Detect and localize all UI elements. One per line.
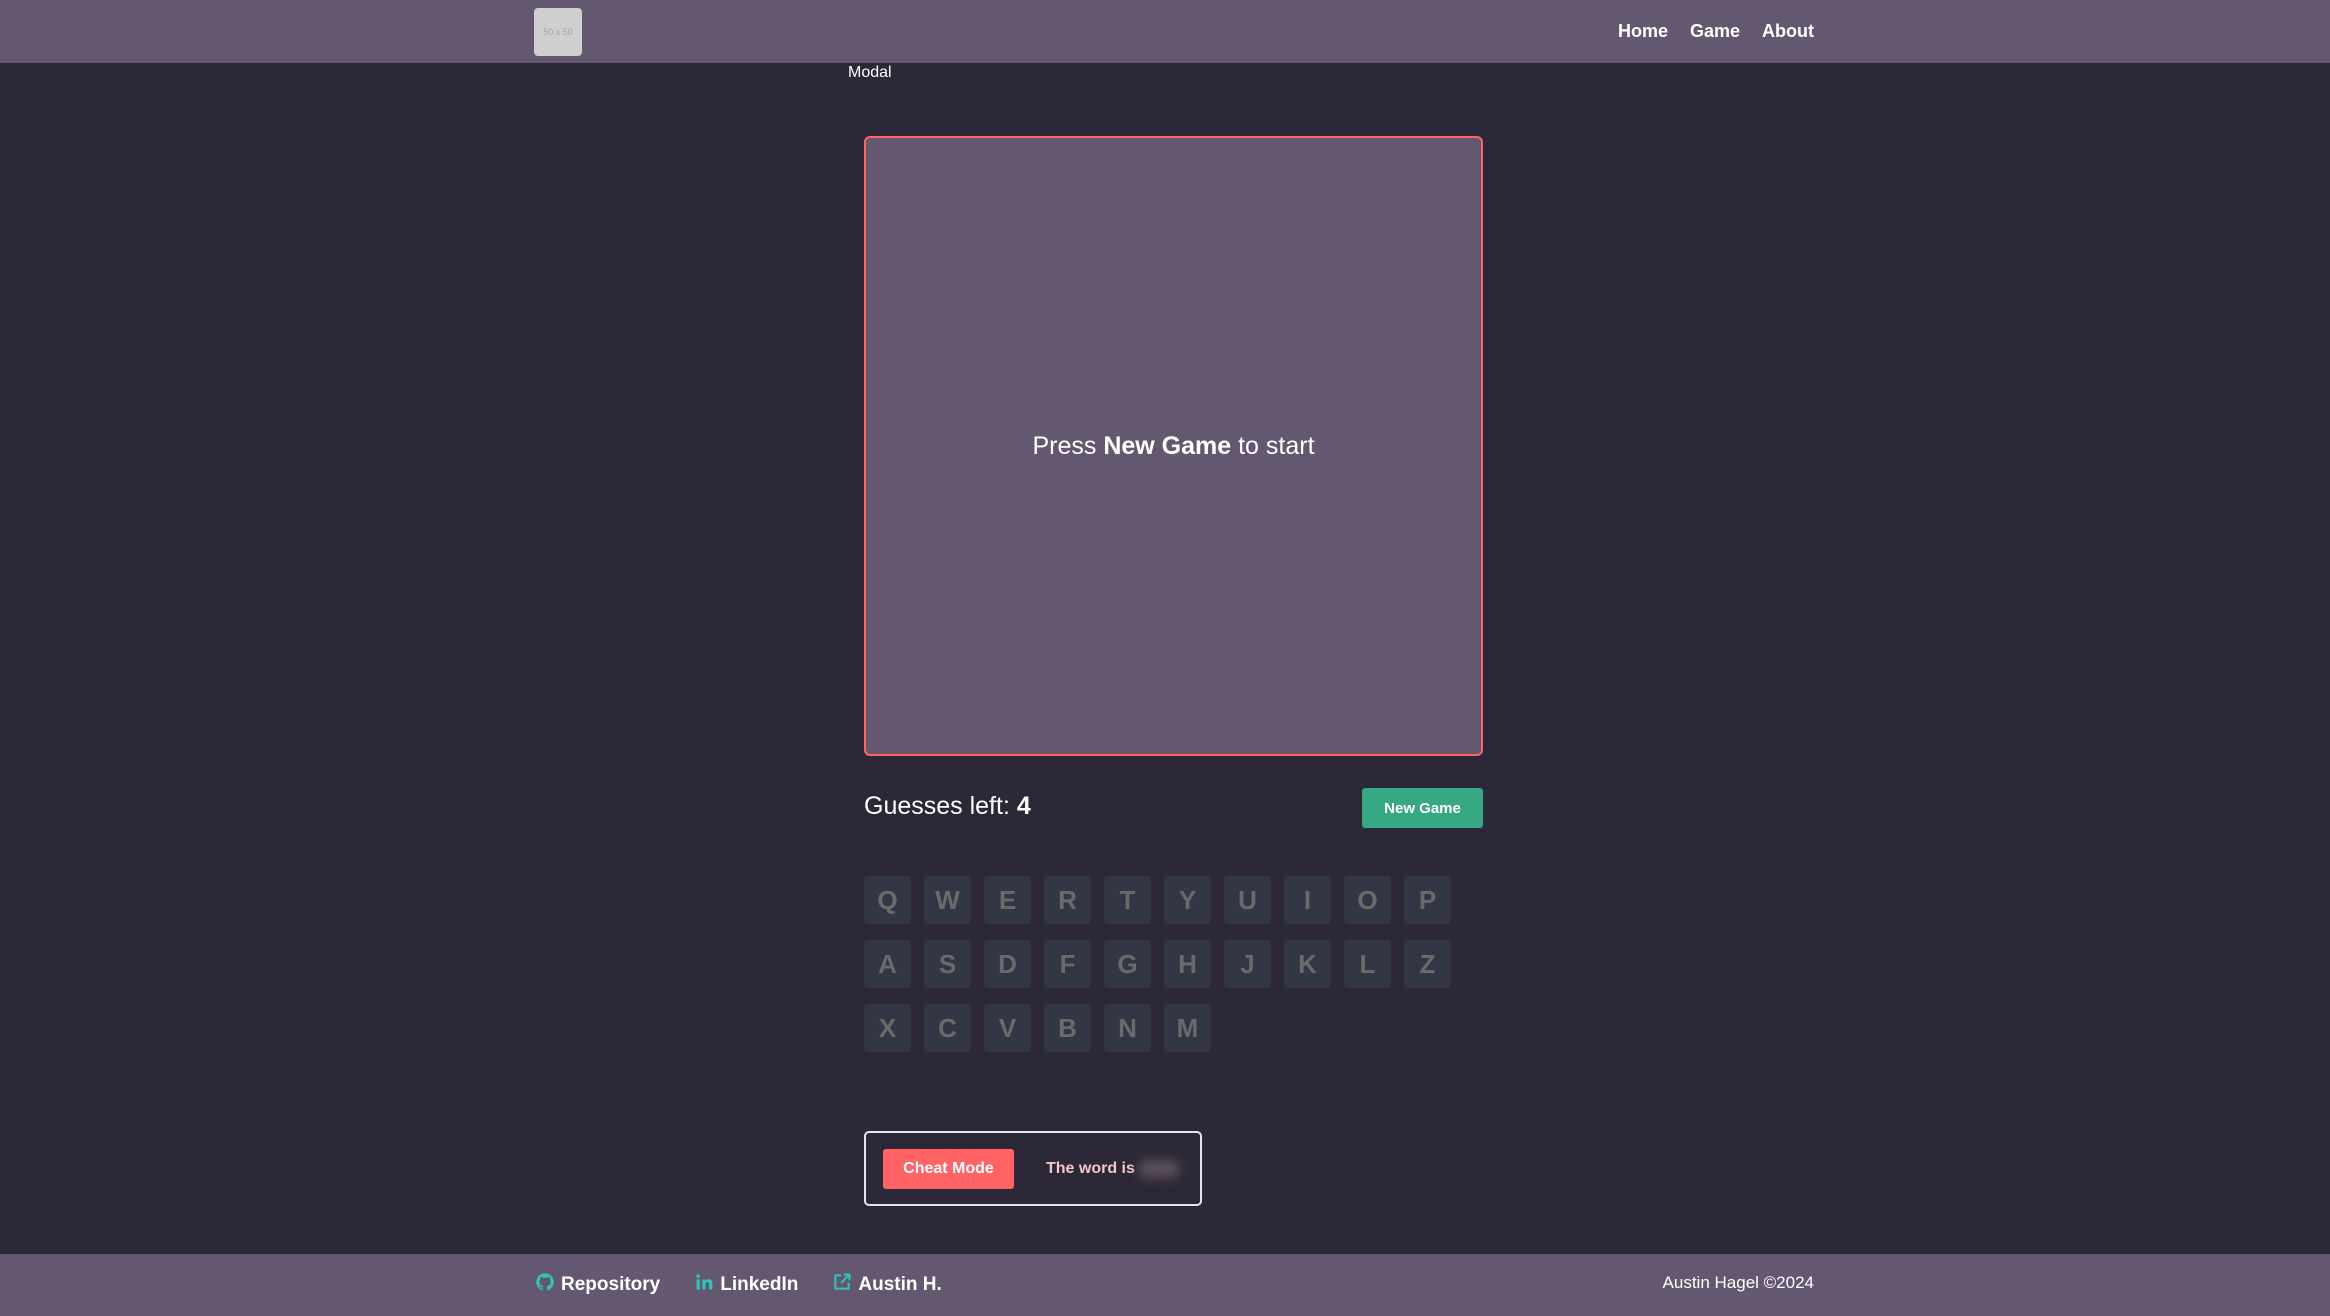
guesses-count: 4 xyxy=(1016,792,1031,820)
letter-key-p[interactable]: P xyxy=(1404,876,1451,924)
letter-key-g[interactable]: G xyxy=(1104,940,1151,988)
letter-key-v[interactable]: V xyxy=(984,1004,1031,1052)
letter-key-u[interactable]: U xyxy=(1224,876,1271,924)
top-navbar: 50 x 50 Home Game About xyxy=(0,0,2330,63)
letter-key-k[interactable]: K xyxy=(1284,940,1331,988)
footer-link-label: Austin H. xyxy=(858,1274,942,1295)
footer-link-repository[interactable]: Repository xyxy=(535,1272,660,1298)
letter-key-l[interactable]: L xyxy=(1344,940,1391,988)
guesses-label: Guesses left: xyxy=(864,792,1017,820)
letter-key-j[interactable]: J xyxy=(1224,940,1271,988)
letter-key-m[interactable]: M xyxy=(1164,1004,1211,1052)
letter-key-r[interactable]: R xyxy=(1044,876,1091,924)
footer-link-linkedin[interactable]: LinkedIn xyxy=(694,1272,798,1298)
letter-key-d[interactable]: D xyxy=(984,940,1031,988)
logo-placeholder[interactable]: 50 x 50 xyxy=(534,8,582,56)
letter-key-x[interactable]: X xyxy=(864,1004,911,1052)
letter-key-f[interactable]: F xyxy=(1044,940,1091,988)
linkedin-icon xyxy=(694,1272,714,1298)
hidden-word xyxy=(1138,1159,1179,1178)
guesses-left: Guesses left: 4 xyxy=(864,792,1031,821)
letter-key-n[interactable]: N xyxy=(1104,1004,1151,1052)
keyboard-row: XCVBNM xyxy=(864,1004,1484,1052)
copyright: Austin Hagel ©2024 xyxy=(1662,1273,1814,1292)
letter-key-z[interactable]: Z xyxy=(1404,940,1451,988)
keyboard-row: ASDFGHJKLZ xyxy=(864,940,1484,988)
github-icon xyxy=(535,1272,555,1298)
board-message-suffix: to start xyxy=(1231,431,1315,460)
word-reveal-label: The word is xyxy=(1046,1159,1135,1177)
letter-key-s[interactable]: S xyxy=(924,940,971,988)
external-link-icon xyxy=(832,1272,852,1298)
game-board: Press New Game to start xyxy=(864,136,1483,756)
footer-links: Repository LinkedIn Austin H. xyxy=(535,1254,942,1316)
cheat-panel: Cheat Mode The word is xyxy=(864,1131,1202,1206)
letter-key-o[interactable]: O xyxy=(1344,876,1391,924)
keyboard-row: QWERTYUIOP xyxy=(864,876,1484,924)
board-message-prefix: Press xyxy=(1032,431,1104,460)
footer: Repository LinkedIn Austin H. Austin Hag… xyxy=(0,1254,2330,1316)
letter-key-c[interactable]: C xyxy=(924,1004,971,1052)
nav-link-home[interactable]: Home xyxy=(1618,21,1668,42)
nav-link-game[interactable]: Game xyxy=(1690,21,1740,42)
modal-label: Modal xyxy=(848,64,892,81)
footer-link-austin[interactable]: Austin H. xyxy=(832,1272,942,1298)
letter-key-t[interactable]: T xyxy=(1104,876,1151,924)
letter-key-a[interactable]: A xyxy=(864,940,911,988)
letter-keyboard: QWERTYUIOP ASDFGHJKLZ XCVBNM xyxy=(864,876,1484,1052)
footer-link-label: LinkedIn xyxy=(720,1274,799,1295)
cheat-mode-button[interactable]: Cheat Mode xyxy=(883,1148,1014,1189)
letter-key-y[interactable]: Y xyxy=(1164,876,1211,924)
letter-key-b[interactable]: B xyxy=(1044,1004,1091,1052)
nav-links: Home Game About xyxy=(1618,0,1814,63)
footer-link-label: Repository xyxy=(561,1274,661,1295)
board-message: Press New Game to start xyxy=(1032,432,1314,461)
board-message-bold: New Game xyxy=(1103,431,1232,460)
letter-key-w[interactable]: W xyxy=(924,876,971,924)
letter-key-q[interactable]: Q xyxy=(864,876,911,924)
letter-key-h[interactable]: H xyxy=(1164,940,1211,988)
letter-key-e[interactable]: E xyxy=(984,876,1031,924)
letter-key-i[interactable]: I xyxy=(1284,876,1331,924)
nav-link-about[interactable]: About xyxy=(1762,21,1814,42)
new-game-button[interactable]: New Game xyxy=(1362,788,1483,828)
